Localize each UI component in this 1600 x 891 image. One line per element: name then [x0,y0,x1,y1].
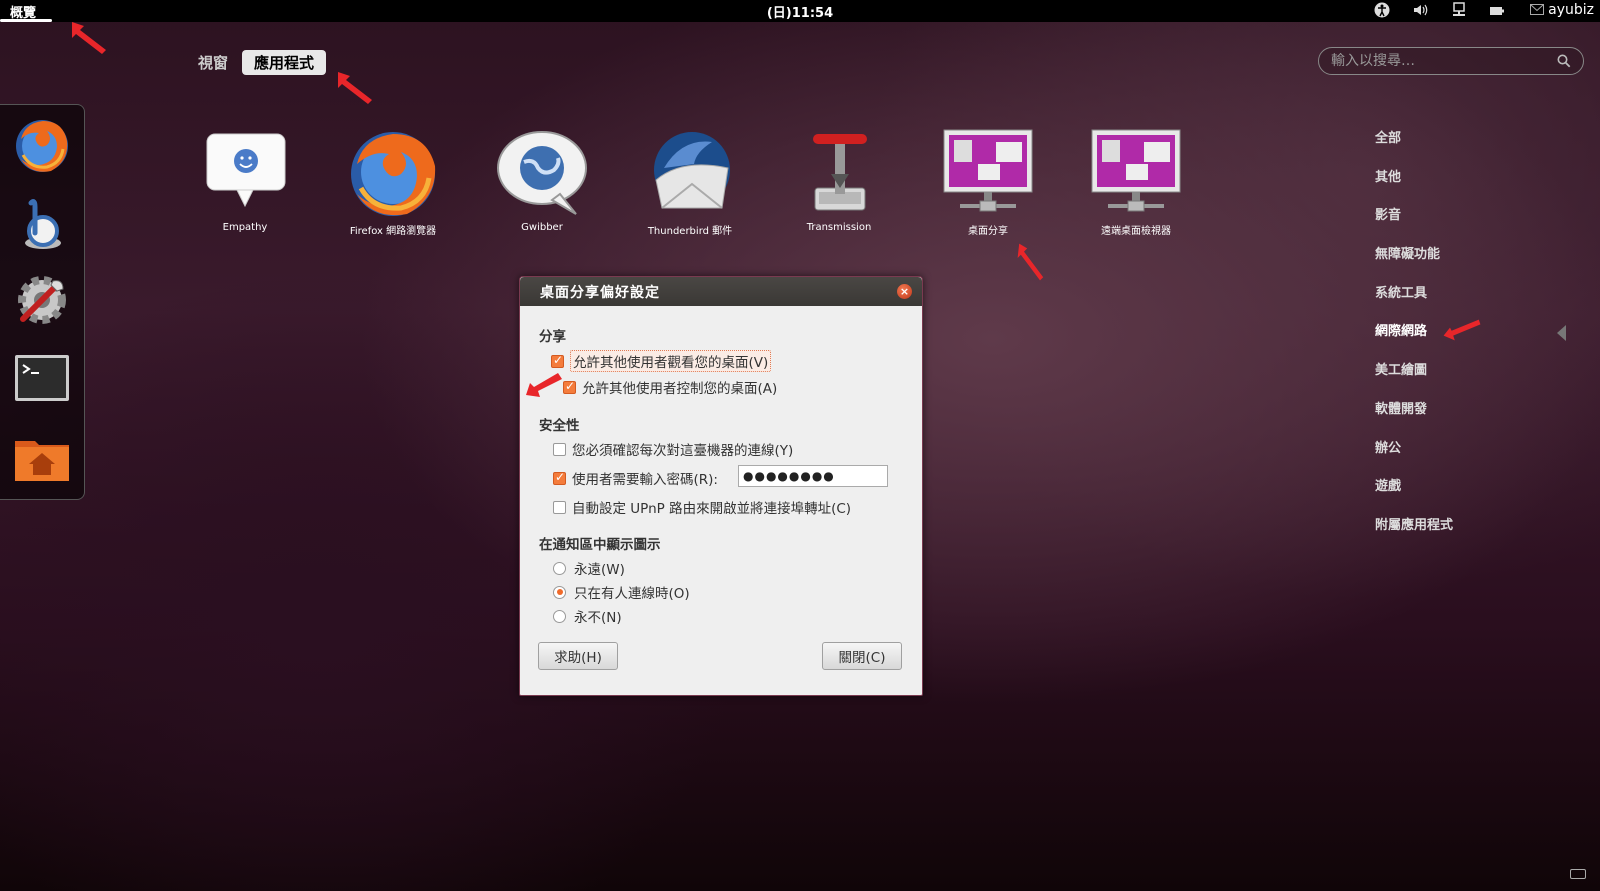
app-label: Transmission [806,222,872,233]
thunderbird-icon [642,128,738,220]
desktop-sharing-preferences-dialog: 桌面分享偏好設定 × 分享 允許其他使用者觀看您的桌面(V) 允許其他使用者控制… [519,276,923,696]
category-selected-indicator-icon [1557,325,1566,341]
app-firefox[interactable]: Firefox 網路瀏覽器 [323,128,463,237]
annotation-arrow-icon [526,373,562,397]
confirm-connection-label: 您必須確認每次對這臺機器的連線(Y) [572,443,794,459]
activities-indicator [0,19,52,22]
app-label: Empathy [222,222,268,233]
annotation-arrow-icon [1443,319,1481,341]
dialog-title: 桌面分享偏好設定 [540,284,660,301]
notify-always-label: 永遠(W) [574,562,625,578]
require-password-label: 使用者需要輸入密碼(R): [572,472,718,488]
password-field[interactable] [738,465,888,487]
battery-icon[interactable] [1490,5,1504,20]
allow-view-label: 允許其他使用者觀看您的桌面(V) [570,350,772,372]
keyboard-icon[interactable] [1570,869,1586,879]
annotation-arrow-icon [72,22,106,54]
search-icon [1557,54,1571,68]
security-section-title: 安全性 [539,418,580,434]
notify-never-option[interactable]: 永不(N) [553,606,622,626]
annotation-arrow-icon [338,72,372,104]
category-office[interactable]: 辦公 [1375,438,1453,477]
notify-always-radio[interactable] [553,561,566,575]
search-box[interactable] [1318,47,1584,75]
dash-system-settings-icon[interactable] [11,269,73,331]
dash-terminal-icon[interactable] [11,349,73,411]
annotation-arrow-icon [1017,243,1044,281]
gwibber-icon [494,128,590,220]
app-transmission[interactable]: Transmission [769,128,909,233]
category-games[interactable]: 遊戲 [1375,476,1453,515]
category-graphics[interactable]: 美工繪圖 [1375,360,1453,399]
desktop-sharing-icon [940,128,1036,220]
app-gwibber[interactable]: Gwibber [472,128,612,233]
sharing-section-title: 分享 [539,329,566,345]
allow-view-option[interactable]: 允許其他使用者觀看您的桌面(V) [551,350,772,372]
clock[interactable]: (日)11:54 [767,6,833,21]
close-icon[interactable]: × [897,284,912,299]
dash-banshee-icon[interactable] [11,193,73,255]
upnp-checkbox[interactable] [553,500,566,514]
notify-connected-radio[interactable] [553,585,566,599]
upnp-option[interactable]: 自動設定 UPnP 路由來開啟並將連接埠轉址(C) [553,497,851,517]
allow-control-checkbox[interactable] [563,379,576,394]
notification-section-title: 在通知區中顯示圖示 [539,537,661,553]
confirm-connection-checkbox[interactable] [553,442,566,456]
transmission-icon [791,128,887,220]
search-input[interactable] [1331,53,1557,69]
app-thunderbird[interactable]: Thunderbird 郵件 [620,128,760,237]
app-empathy[interactable]: Empathy [175,128,315,233]
app-remote-desktop-viewer[interactable]: 遠端桌面檢視器 [1066,128,1206,237]
notify-never-label: 永不(N) [574,610,622,626]
top-panel: 概覽 (日)11:54 ayubiz [0,0,1600,22]
app-label: Gwibber [521,222,563,233]
empathy-icon [197,128,293,220]
notify-connected-option[interactable]: 只在有人連線時(O) [553,582,690,602]
app-label: Firefox 網路瀏覽器 [349,226,437,237]
view-switch: 視窗 應用程式 [196,50,327,75]
user-menu[interactable]: ayubiz [1530,2,1594,18]
tab-applications[interactable]: 應用程式 [242,50,327,75]
firefox-icon [345,128,441,220]
app-label: 桌面分享 [968,226,1008,237]
help-button[interactable]: 求助(H) [538,642,618,670]
category-accessibility[interactable]: 無障礙功能 [1375,244,1453,283]
app-desktop-sharing[interactable]: 桌面分享 [918,128,1058,237]
require-password-checkbox[interactable] [553,470,566,485]
allow-control-label: 允許其他使用者控制您的桌面(A) [582,381,778,397]
username-label: ayubiz [1548,2,1594,18]
mail-icon [1530,4,1545,15]
dialog-titlebar[interactable]: 桌面分享偏好設定 × [520,277,922,306]
category-sound-video[interactable]: 影音 [1375,205,1453,244]
category-accessories[interactable]: 附屬應用程式 [1375,515,1453,554]
app-label: 遠端桌面檢視器 [1101,226,1171,237]
volume-icon[interactable] [1412,2,1428,22]
remote-desktop-viewer-icon [1088,128,1184,220]
accessibility-icon[interactable] [1374,2,1390,22]
network-icon[interactable] [1452,2,1466,22]
dash [0,104,85,500]
tab-windows[interactable]: 視窗 [196,50,230,75]
close-button[interactable]: 關閉(C) [822,642,902,670]
confirm-connection-option[interactable]: 您必須確認每次對這臺機器的連線(Y) [553,439,793,459]
notify-connected-label: 只在有人連線時(O) [574,586,690,602]
notify-never-radio[interactable] [553,609,566,623]
category-other[interactable]: 其他 [1375,167,1453,206]
notify-always-option[interactable]: 永遠(W) [553,558,625,578]
allow-control-option[interactable]: 允許其他使用者控制您的桌面(A) [563,377,777,397]
upnp-label: 自動設定 UPnP 路由來開啟並將連接埠轉址(C) [572,501,852,517]
category-all[interactable]: 全部 [1375,128,1453,167]
category-programming[interactable]: 軟體開發 [1375,399,1453,438]
dash-firefox-icon[interactable] [11,115,73,177]
app-label: Thunderbird 郵件 [647,226,733,237]
require-password-option[interactable]: 使用者需要輸入密碼(R): [553,468,718,488]
dash-home-folder-icon[interactable] [11,427,73,489]
